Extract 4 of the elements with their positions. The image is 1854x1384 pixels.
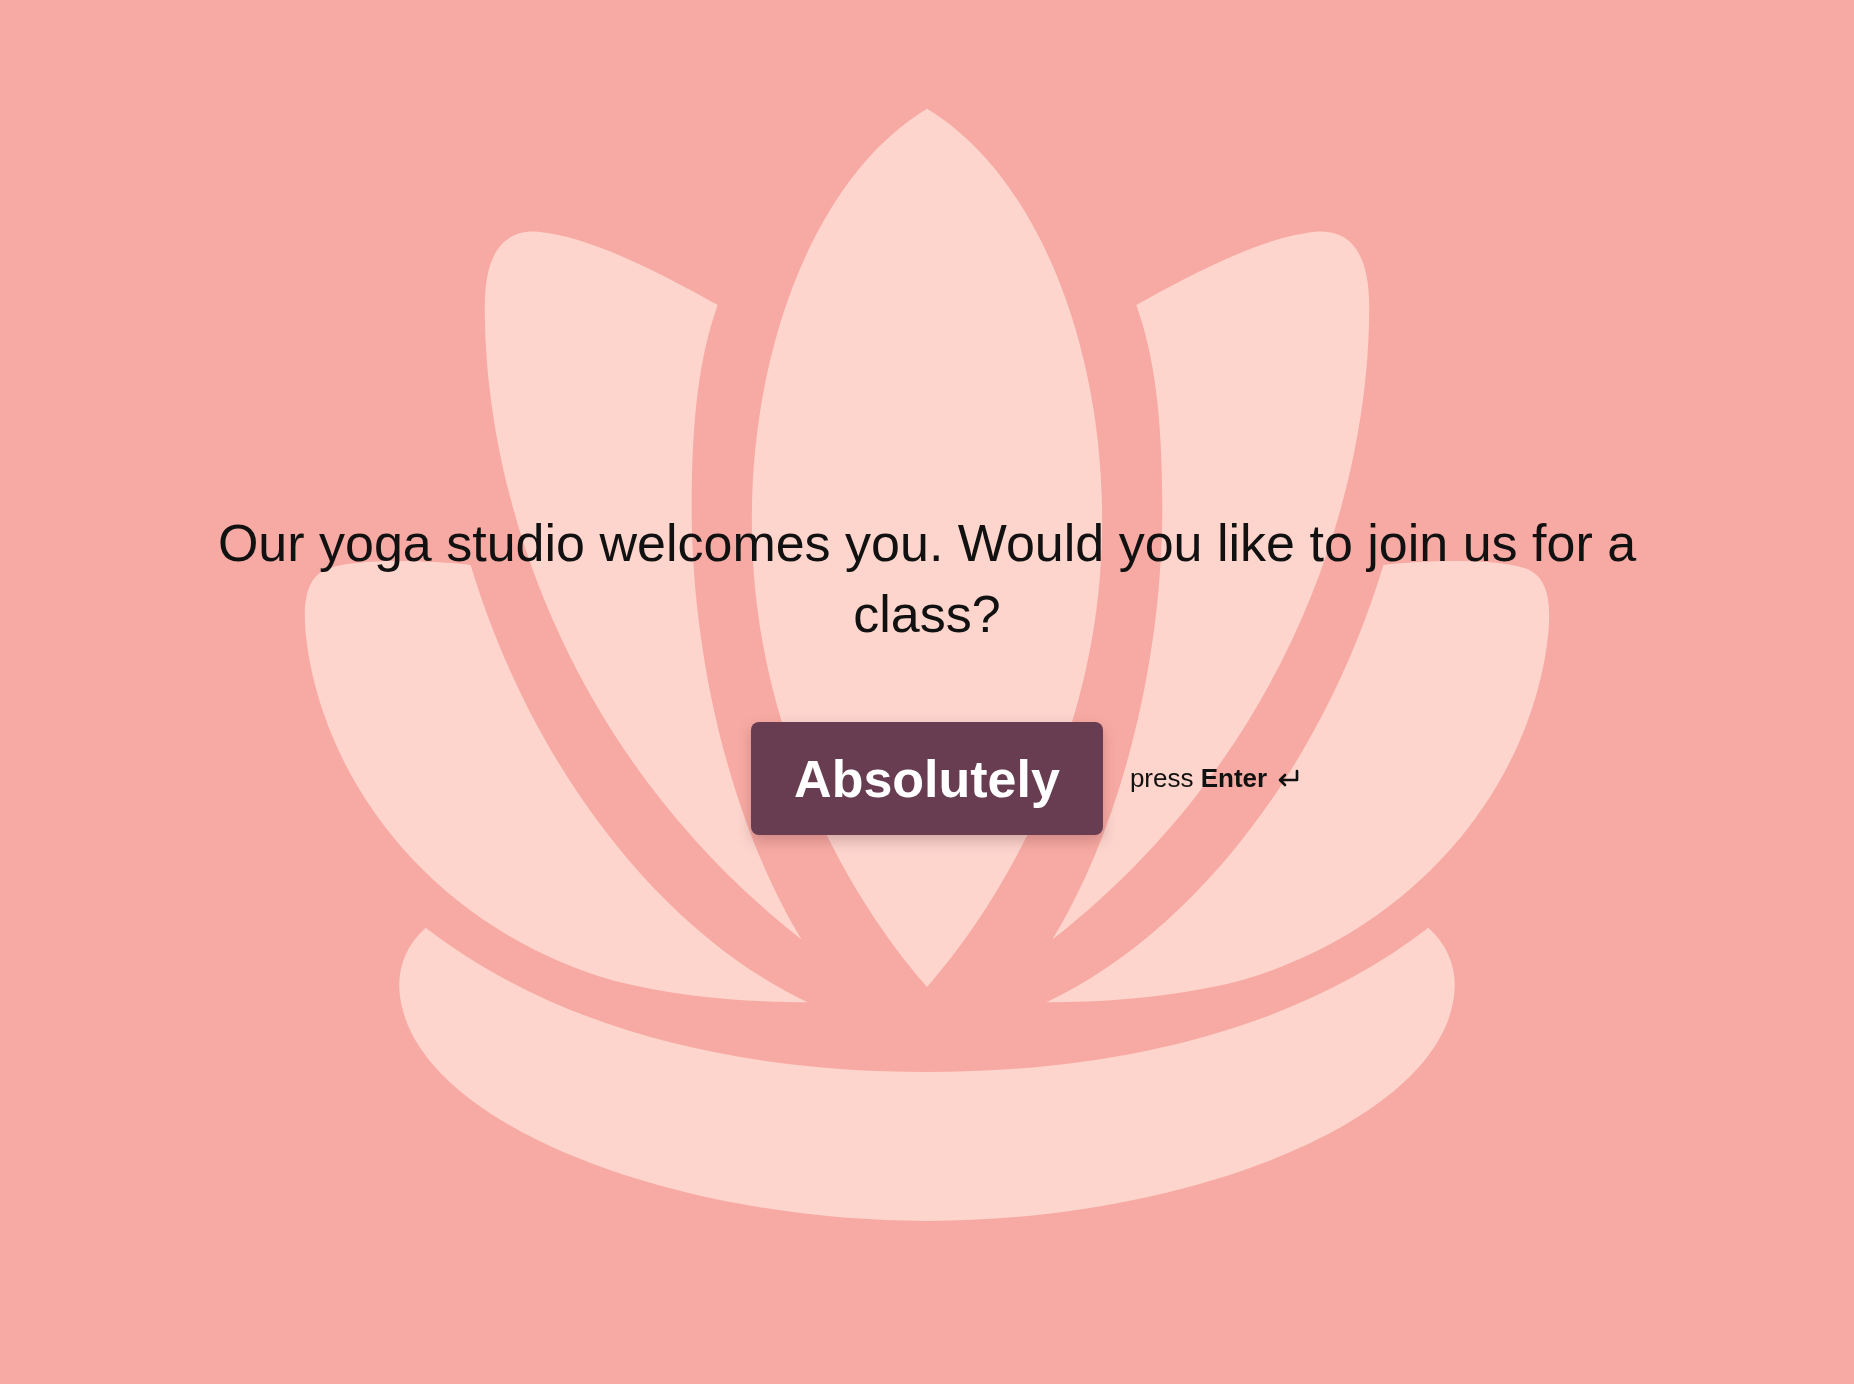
answer-button[interactable]: Absolutely <box>751 722 1103 835</box>
keyboard-hint: press Enter <box>1129 762 1268 795</box>
return-key-icon <box>1277 769 1300 788</box>
question-text: Our yoga studio welcomes you. Would you like to join us for a class? <box>216 513 1638 645</box>
